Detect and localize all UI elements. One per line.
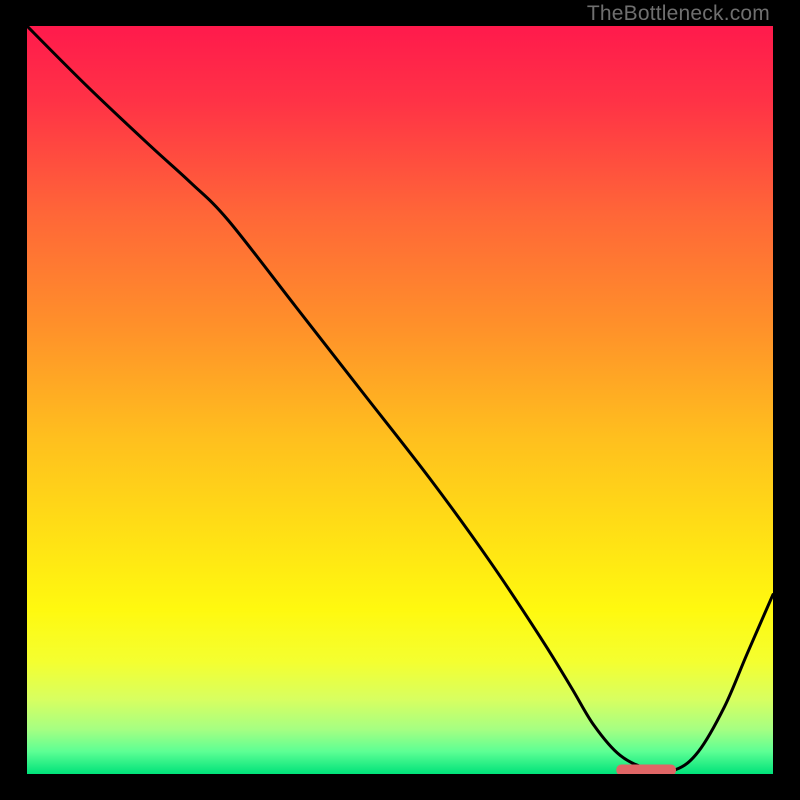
chart-background bbox=[27, 26, 773, 774]
watermark-text: TheBottleneck.com bbox=[587, 2, 770, 26]
chart-frame bbox=[27, 26, 773, 774]
bottleneck-chart bbox=[27, 26, 773, 774]
optimal-marker bbox=[616, 765, 676, 775]
